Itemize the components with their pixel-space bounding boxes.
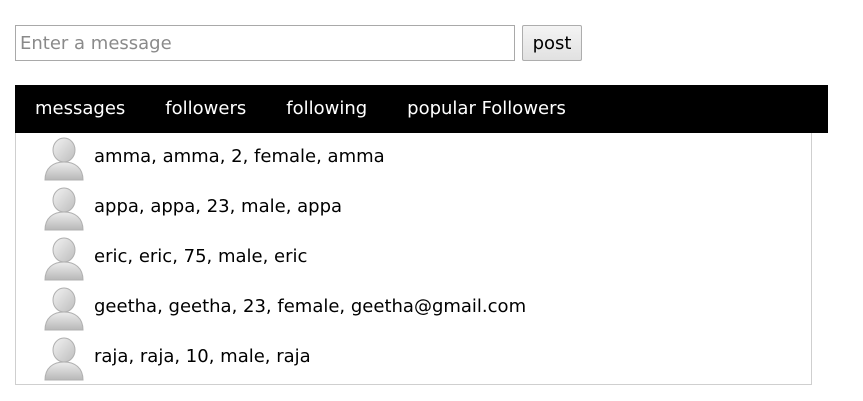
user-avatar-icon — [44, 187, 84, 231]
user-avatar-icon — [44, 337, 84, 381]
user-avatar-icon — [44, 137, 84, 181]
user-info-text: appa, appa, 23, male, appa — [94, 196, 343, 217]
user-info-text: raja, raja, 10, male, raja — [94, 346, 311, 367]
list-item[interactable]: appa, appa, 23, male, appa — [16, 183, 811, 233]
page: post messages followers following popula… — [0, 0, 863, 401]
nav-bar: messages followers following popular Fol… — [15, 85, 828, 133]
tab-popular-followers[interactable]: popular Followers — [387, 85, 586, 133]
user-info-text: amma, amma, 2, female, amma — [94, 146, 385, 167]
post-button[interactable]: post — [522, 25, 582, 61]
list-item[interactable]: geetha, geetha, 23, female, geetha@gmail… — [16, 283, 811, 333]
list-item[interactable]: eric, eric, 75, male, eric — [16, 233, 811, 283]
list-item[interactable]: amma, amma, 2, female, amma — [16, 133, 811, 183]
user-avatar-icon — [44, 237, 84, 281]
tab-following[interactable]: following — [266, 85, 387, 133]
user-avatar-icon — [44, 287, 84, 331]
list-item[interactable]: raja, raja, 10, male, raja — [16, 333, 811, 383]
message-input[interactable] — [15, 25, 515, 61]
message-composer: post — [15, 25, 582, 61]
user-info-text: geetha, geetha, 23, female, geetha@gmail… — [94, 296, 527, 317]
tab-followers[interactable]: followers — [145, 85, 266, 133]
tab-messages[interactable]: messages — [15, 85, 145, 133]
user-list: amma, amma, 2, female, amma appa, appa, … — [15, 133, 812, 385]
user-info-text: eric, eric, 75, male, eric — [94, 246, 308, 267]
